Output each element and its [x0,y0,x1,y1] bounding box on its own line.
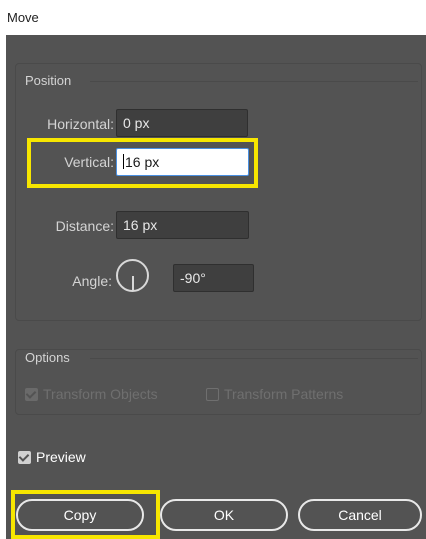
vertical-value: 16 px [125,154,160,170]
options-divider [90,358,418,359]
distance-field[interactable]: 16 px [116,211,249,239]
angle-label: Angle: [72,273,112,289]
vertical-label: Vertical: [64,154,114,170]
horizontal-field[interactable]: 0 px [116,109,248,137]
transform-patterns-label: Transform Patterns [224,386,344,402]
window-title: Move [7,10,39,25]
position-group-label: Position [25,73,72,88]
horizontal-label: Horizontal: [47,116,114,132]
transform-objects-label: Transform Objects [43,386,158,402]
angle-field[interactable]: -90° [173,264,254,292]
preview-label: Preview [36,449,86,465]
options-group-label: Options [25,350,70,365]
ok-button[interactable]: OK [160,499,288,531]
transform-objects-checkbox[interactable] [25,388,38,401]
angle-dial-needle [132,276,134,290]
position-divider [90,81,418,82]
copy-button[interactable]: Copy [16,499,144,531]
title-bar: Move [0,0,426,34]
distance-label: Distance: [55,218,114,234]
preview-checkbox[interactable] [18,451,31,464]
text-caret [123,154,124,169]
move-dialog: Position Horizontal: 0 px Vertical: 16 p… [6,35,426,539]
cancel-button[interactable]: Cancel [298,499,422,531]
transform-patterns-checkbox[interactable] [206,388,219,401]
angle-dial[interactable] [116,259,149,292]
vertical-field[interactable]: 16 px [116,148,249,176]
